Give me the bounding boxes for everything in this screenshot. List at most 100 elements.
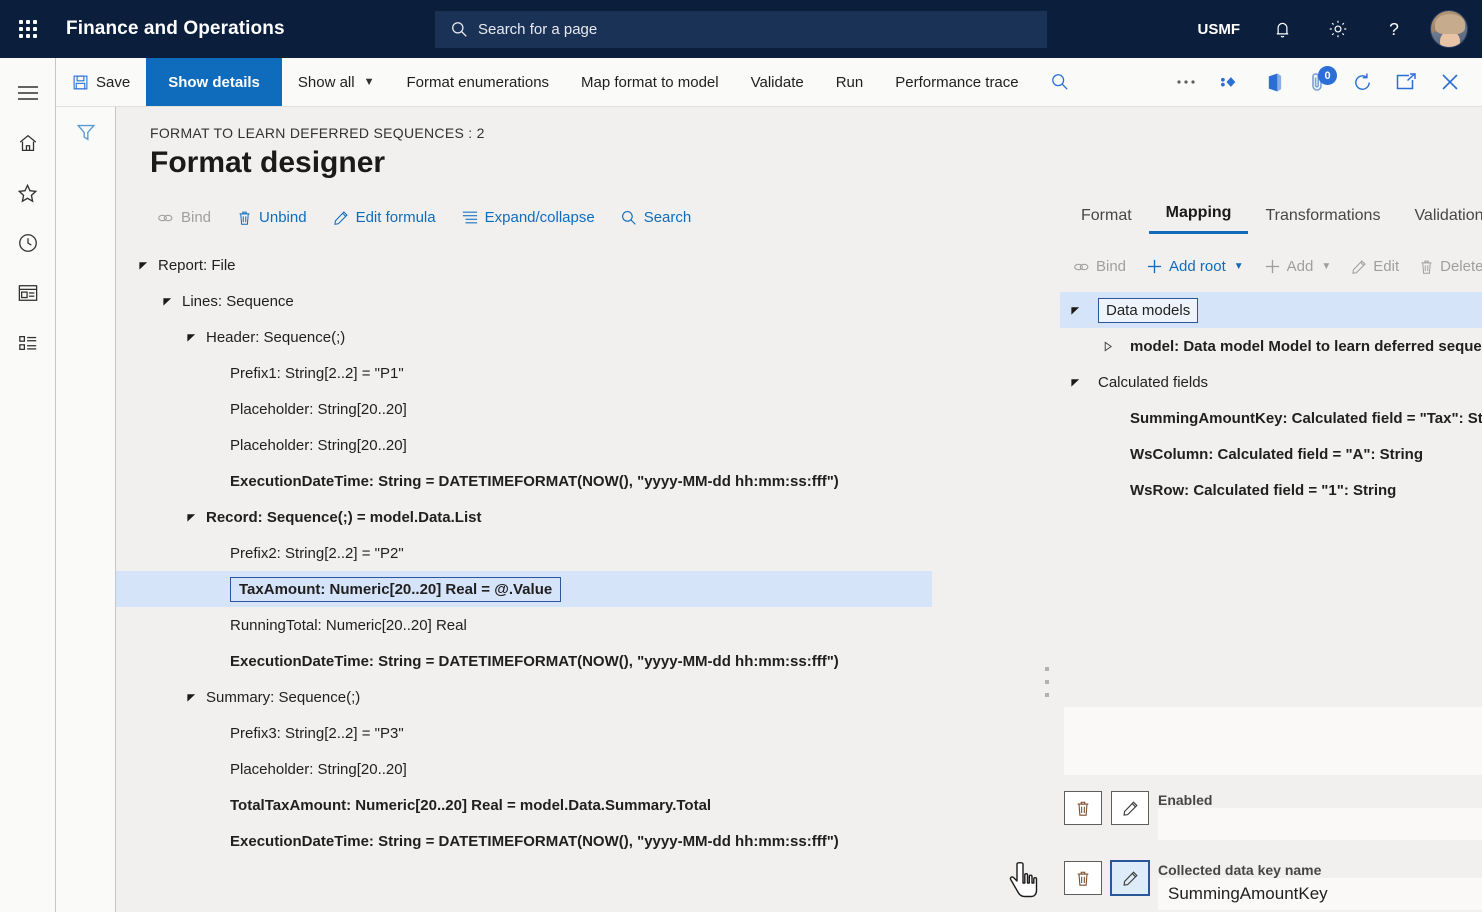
- edit-collected-data-key-name-button[interactable]: [1111, 861, 1149, 895]
- mapping-tree-node[interactable]: WsRow: Calculated field = "1": String: [1064, 472, 1482, 508]
- close-x-icon[interactable]: [1428, 58, 1472, 106]
- format-tree-node[interactable]: ExecutionDateTime: String = DATETIMEFORM…: [116, 463, 932, 499]
- tab-mapping[interactable]: Mapping: [1149, 200, 1249, 234]
- command-bar-icons: 0: [1164, 58, 1482, 106]
- format-tree-node[interactable]: Prefix1: String[2..2] = "P1": [116, 355, 932, 391]
- mapping-tree-node-label: WsColumn: Calculated field = "A": String: [1130, 446, 1423, 463]
- detail-blank-area: [1064, 707, 1482, 775]
- mapping-tree-node-label: model: Data model Model to learn deferre…: [1130, 338, 1482, 355]
- mapping-toolbar-delete: Delete: [1410, 254, 1482, 279]
- filter-funnel-icon[interactable]: [75, 121, 97, 912]
- paperclip-icon[interactable]: 0: [1296, 58, 1340, 106]
- validate-button[interactable]: Validate: [735, 58, 820, 106]
- format-tree-node[interactable]: Prefix3: String[2..2] = "P3": [116, 715, 932, 751]
- link-icon: [157, 211, 174, 225]
- global-search-box[interactable]: Search for a page: [435, 11, 1047, 48]
- mapping-tree-node[interactable]: Calculated fields: [1064, 364, 1482, 400]
- bell-icon[interactable]: [1254, 0, 1310, 58]
- question-mark-icon[interactable]: ?: [1366, 0, 1422, 58]
- validate-label: Validate: [751, 74, 804, 91]
- tree-twisty-expanded-icon[interactable]: [182, 512, 200, 523]
- tab-transformations[interactable]: Transformations: [1248, 203, 1397, 234]
- format-tree-node[interactable]: TaxAmount: Numeric[20..20] Real = @.Valu…: [116, 571, 932, 607]
- format-tree-node[interactable]: TotalTaxAmount: Numeric[20..20] Real = m…: [116, 787, 932, 823]
- format-tree-node-label: Lines: Sequence: [182, 293, 294, 310]
- chevron-down-icon: ▼: [1234, 261, 1244, 272]
- mapping-toolbar-label: Edit: [1373, 258, 1399, 275]
- office-app-icon[interactable]: [1252, 58, 1296, 106]
- tree-twisty-expanded-icon[interactable]: [182, 332, 200, 343]
- tree-twisty-expanded-icon[interactable]: [158, 296, 176, 307]
- format-tree-node[interactable]: Placeholder: String[20..20]: [116, 391, 932, 427]
- format-tree-node[interactable]: ExecutionDateTime: String = DATETIMEFORM…: [116, 643, 932, 679]
- edit-enabled-button[interactable]: [1111, 791, 1149, 825]
- mapping-tree-node[interactable]: WsColumn: Calculated field = "A": String: [1064, 436, 1482, 472]
- left-navigation-rail: [0, 58, 56, 912]
- designer-action-unbind[interactable]: Unbind: [226, 205, 318, 230]
- performance-trace-button[interactable]: Performance trace: [879, 58, 1034, 106]
- star-icon[interactable]: [0, 168, 56, 218]
- share-diamond-icon[interactable]: [1208, 58, 1252, 106]
- collected-data-key-name-field[interactable]: [1158, 878, 1482, 910]
- open-in-new-window-icon[interactable]: [1384, 58, 1428, 106]
- clock-icon[interactable]: [0, 218, 56, 268]
- mapping-toolbar-label: Delete: [1440, 258, 1482, 275]
- refresh-circle-icon[interactable]: [1340, 58, 1384, 106]
- format-tree-node[interactable]: ExecutionDateTime: String = DATETIMEFORM…: [116, 823, 932, 859]
- format-tree-node[interactable]: Placeholder: String[20..20]: [116, 751, 932, 787]
- main-content: FORMAT TO LEARN DEFERRED SEQUENCES : 2 F…: [116, 107, 1482, 912]
- tree-twisty-expanded-icon[interactable]: [182, 692, 200, 703]
- format-enumerations-button[interactable]: Format enumerations: [390, 58, 565, 106]
- save-button[interactable]: Save: [56, 58, 146, 106]
- run-button[interactable]: Run: [820, 58, 880, 106]
- tree-twisty-expanded-icon[interactable]: [134, 260, 152, 271]
- format-tree-node[interactable]: RunningTotal: Numeric[20..20] Real: [116, 607, 932, 643]
- format-tree-node[interactable]: Record: Sequence(;) = model.Data.List: [116, 499, 932, 535]
- tree-twisty-expanded-icon[interactable]: [1064, 305, 1086, 316]
- ellipsis-icon[interactable]: [1164, 58, 1208, 106]
- format-tree-node-label: Prefix1: String[2..2] = "P1": [230, 365, 404, 382]
- show-details-button[interactable]: Show details: [146, 58, 282, 106]
- command-search-icon[interactable]: [1035, 58, 1085, 106]
- waffle-grid-icon[interactable]: [0, 0, 56, 58]
- format-tree-node-label: RunningTotal: Numeric[20..20] Real: [230, 617, 467, 634]
- hamburger-menu-icon[interactable]: [0, 68, 56, 118]
- mapping-toolbar-label: Bind: [1096, 258, 1126, 275]
- format-tree-node[interactable]: Header: Sequence(;): [116, 319, 932, 355]
- tab-format[interactable]: Format: [1064, 203, 1149, 234]
- attachment-count-badge: 0: [1318, 66, 1337, 85]
- tree-twisty-collapsed-icon[interactable]: [1096, 341, 1118, 352]
- designer-action-search[interactable]: Search: [610, 205, 703, 230]
- map-format-to-model-button[interactable]: Map format to model: [565, 58, 735, 106]
- delete-collected-data-key-name-button[interactable]: [1064, 861, 1102, 895]
- mapping-tree-node[interactable]: model: Data model Model to learn deferre…: [1064, 328, 1482, 364]
- format-tree-node[interactable]: Placeholder: String[20..20]: [116, 427, 932, 463]
- designer-action-expand-collapse[interactable]: Expand/collapse: [451, 205, 606, 230]
- company-selector[interactable]: USMF: [1184, 0, 1255, 58]
- mapping-tree-node[interactable]: SummingAmountKey: Calculated field = "Ta…: [1064, 400, 1482, 436]
- designer-action-edit-formula[interactable]: Edit formula: [322, 205, 447, 230]
- format-tree-node[interactable]: Report: File: [116, 247, 932, 283]
- format-tree-node[interactable]: Lines: Sequence: [116, 283, 932, 319]
- avatar[interactable]: [1430, 10, 1468, 48]
- workspace-icon[interactable]: [0, 268, 56, 318]
- show-details-label: Show details: [168, 74, 260, 91]
- mapping-tree-node[interactable]: Data models: [1060, 292, 1482, 328]
- show-all-dropdown[interactable]: Show all ▼: [282, 58, 391, 106]
- enabled-label: Enabled: [1158, 792, 1482, 808]
- gear-icon[interactable]: [1310, 0, 1366, 58]
- mapping-toolbar-add-root[interactable]: Add root▼: [1137, 254, 1253, 279]
- tab-validations[interactable]: Validations: [1397, 203, 1482, 234]
- format-tree-node[interactable]: Prefix2: String[2..2] = "P2": [116, 535, 932, 571]
- plus-icon: [1146, 258, 1163, 275]
- tree-twisty-expanded-icon[interactable]: [1064, 377, 1086, 388]
- list-icon[interactable]: [0, 318, 56, 368]
- search-icon: [621, 210, 637, 226]
- home-icon[interactable]: [0, 118, 56, 168]
- property-row-enabled: Enabled: [1064, 791, 1482, 840]
- format-tree-node[interactable]: Summary: Sequence(;): [116, 679, 932, 715]
- svg-text:?: ?: [1389, 19, 1399, 39]
- enabled-field[interactable]: [1158, 808, 1482, 840]
- format-tree-node-label: ExecutionDateTime: String = DATETIMEFORM…: [230, 833, 839, 850]
- delete-enabled-button[interactable]: [1064, 791, 1102, 825]
